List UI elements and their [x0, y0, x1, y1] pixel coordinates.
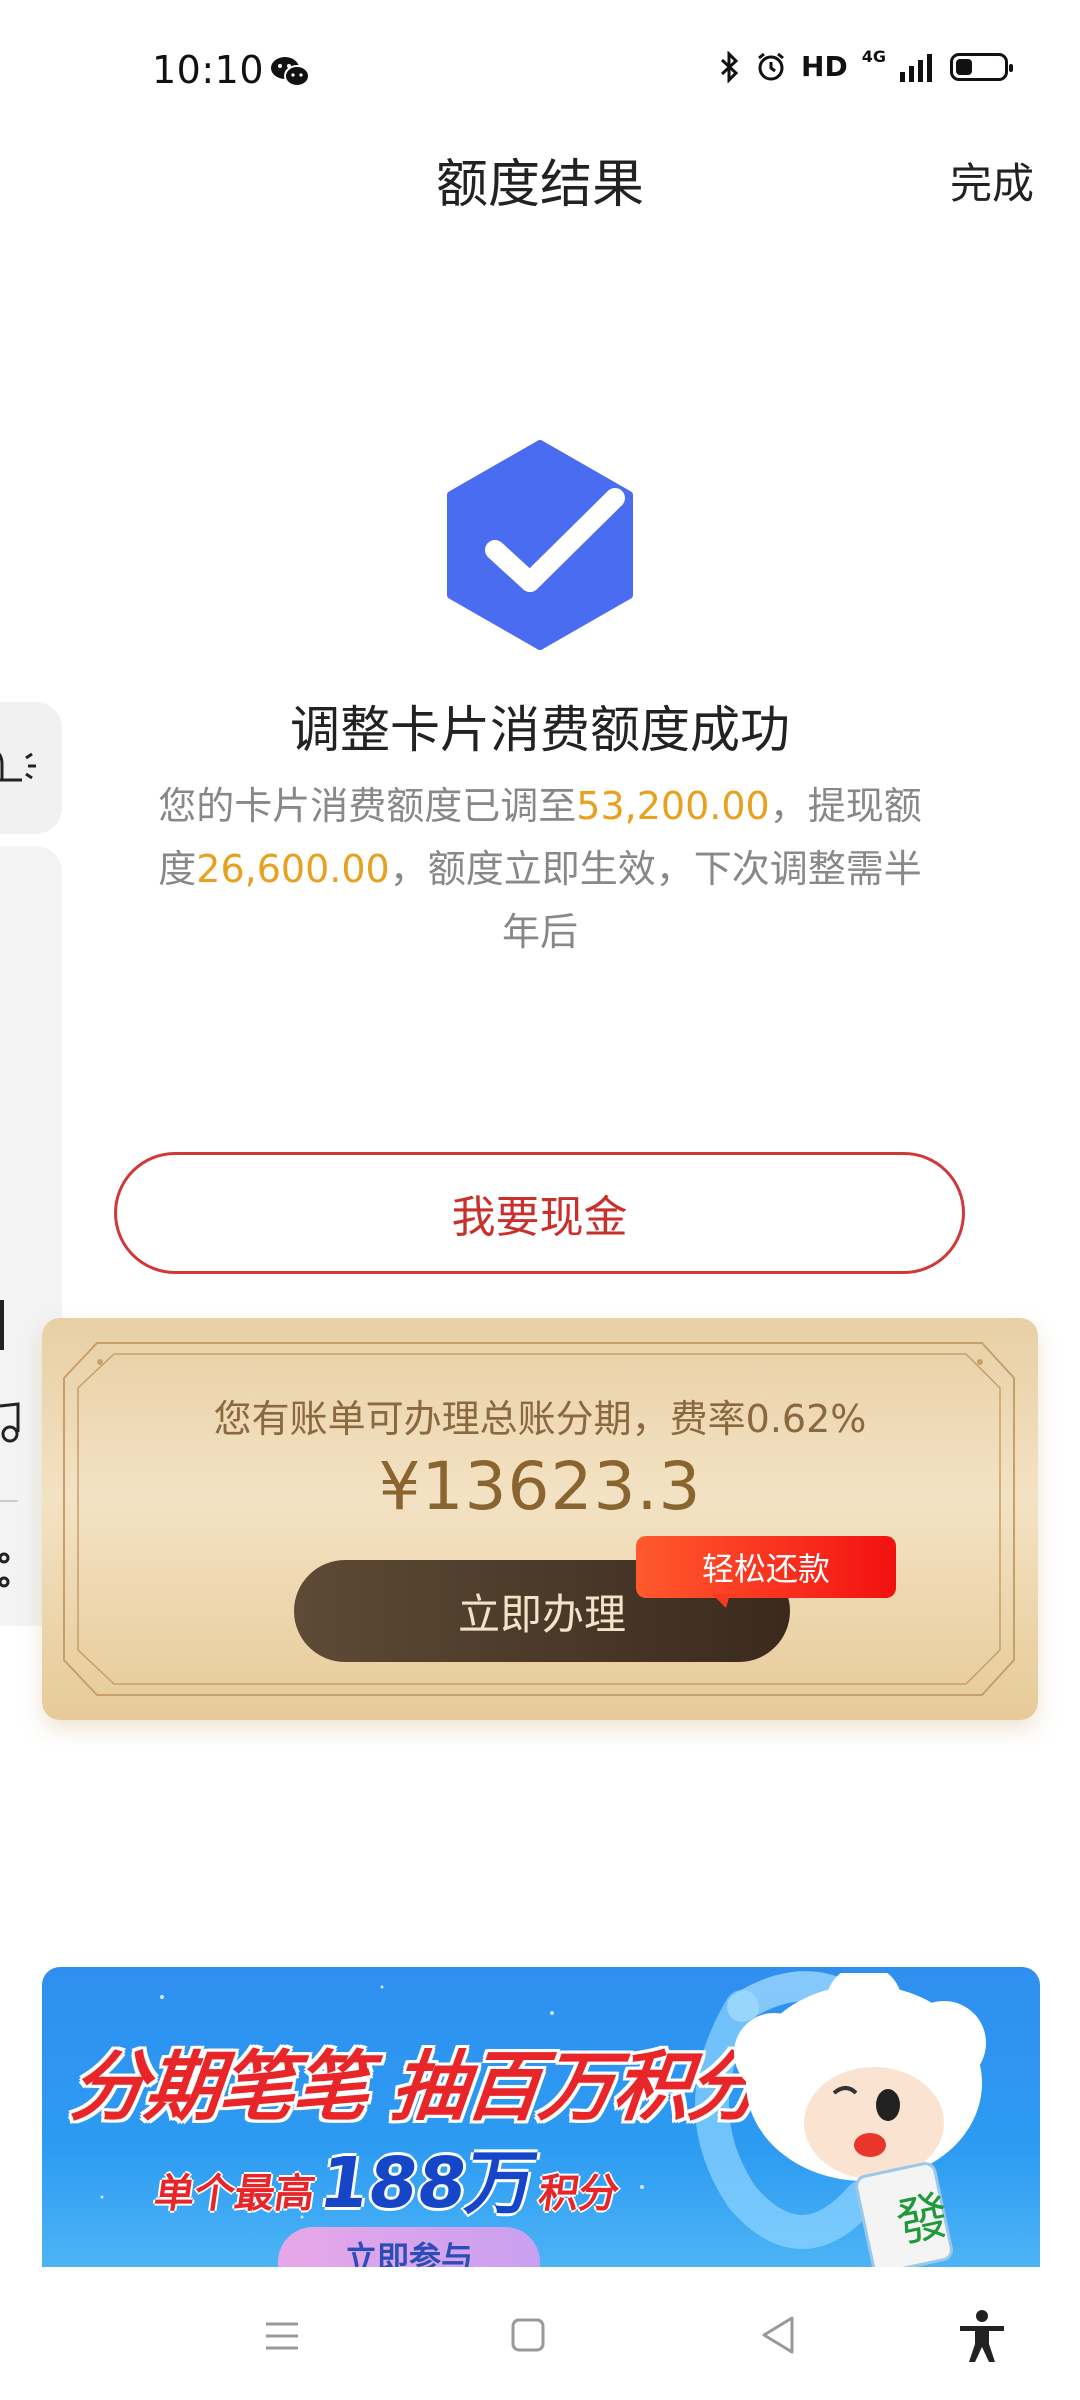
get-cash-button[interactable]: 我要现金 — [114, 1152, 965, 1274]
menu-icon[interactable] — [252, 2308, 312, 2364]
desc-text-3: ，额度立即生效，下次调整需半年后 — [389, 847, 922, 954]
system-nav-bar — [0, 2268, 1080, 2400]
installment-info-text: 您有账单可办理总账分期，费率0.62% — [213, 1397, 867, 1441]
more-icon[interactable] — [0, 1548, 14, 1594]
home-square-icon[interactable] — [498, 2308, 558, 2364]
hd-label: HD — [801, 50, 848, 83]
join-now-button[interactable]: 立即参与 — [278, 2227, 540, 2267]
badge-tail — [712, 1594, 730, 1608]
done-button[interactable]: 完成 — [950, 150, 1034, 211]
check-shield-icon — [447, 440, 633, 650]
installment-card: 您有账单可办理总账分期，费率0.62% ¥13623.3 立即办理 轻松还款 — [42, 1318, 1038, 1720]
installment-amount: ¥13623.3 — [378, 1448, 702, 1525]
status-icons: HD 4G — [719, 47, 1013, 83]
bluetooth-icon — [721, 50, 739, 83]
promo-banner[interactable]: 分期笔笔 抽百万积分 单个最高 188万 积分 立即参与 發 — [42, 1967, 1040, 2267]
mascot-icon: 發 — [734, 1973, 986, 2267]
accessibility-icon[interactable] — [952, 2308, 1012, 2364]
banner-sub-suffix: 积分 — [535, 2171, 623, 2217]
status-time: 10:10 — [152, 48, 265, 92]
consumption-limit-value: 53,200.00 — [576, 784, 770, 828]
back-triangle-icon[interactable] — [748, 2308, 808, 2364]
status-bar: 10:10 HD 4G — [0, 0, 1080, 140]
wechat-icon — [271, 57, 310, 87]
alarm-icon — [758, 52, 784, 80]
easy-repay-badge: 轻松还款 — [636, 1536, 896, 1598]
banner-sub-amount: 188万 — [314, 2142, 543, 2224]
network-label: 4G — [861, 47, 886, 66]
music-note-icon[interactable] — [0, 1400, 22, 1446]
cash-limit-value: 26,600.00 — [196, 847, 390, 891]
desc-text-1: 您的卡片消费额度已调至 — [158, 784, 577, 828]
battery-level — [956, 58, 972, 75]
success-description: 您的卡片消费额度已调至53,200.00，提现额度26,600.00，额度立即生… — [145, 775, 935, 964]
banner-sub-prefix: 单个最高 — [151, 2171, 318, 2217]
battery-icon — [950, 52, 1013, 81]
bell-icon — [0, 752, 36, 782]
page-title: 额度结果 — [435, 155, 644, 215]
signal-icon — [900, 53, 932, 82]
mascot-tile-char: 發 — [891, 2185, 954, 2255]
banner-subtitle: 单个最高 188万 积分 — [150, 2127, 628, 2228]
banner-title: 分期笔笔 抽百万积分 — [66, 2042, 767, 2131]
side-panel-indicator — [0, 1300, 4, 1350]
side-panel-divider — [0, 1500, 18, 1502]
success-title: 调整卡片消费额度成功 — [290, 701, 790, 759]
